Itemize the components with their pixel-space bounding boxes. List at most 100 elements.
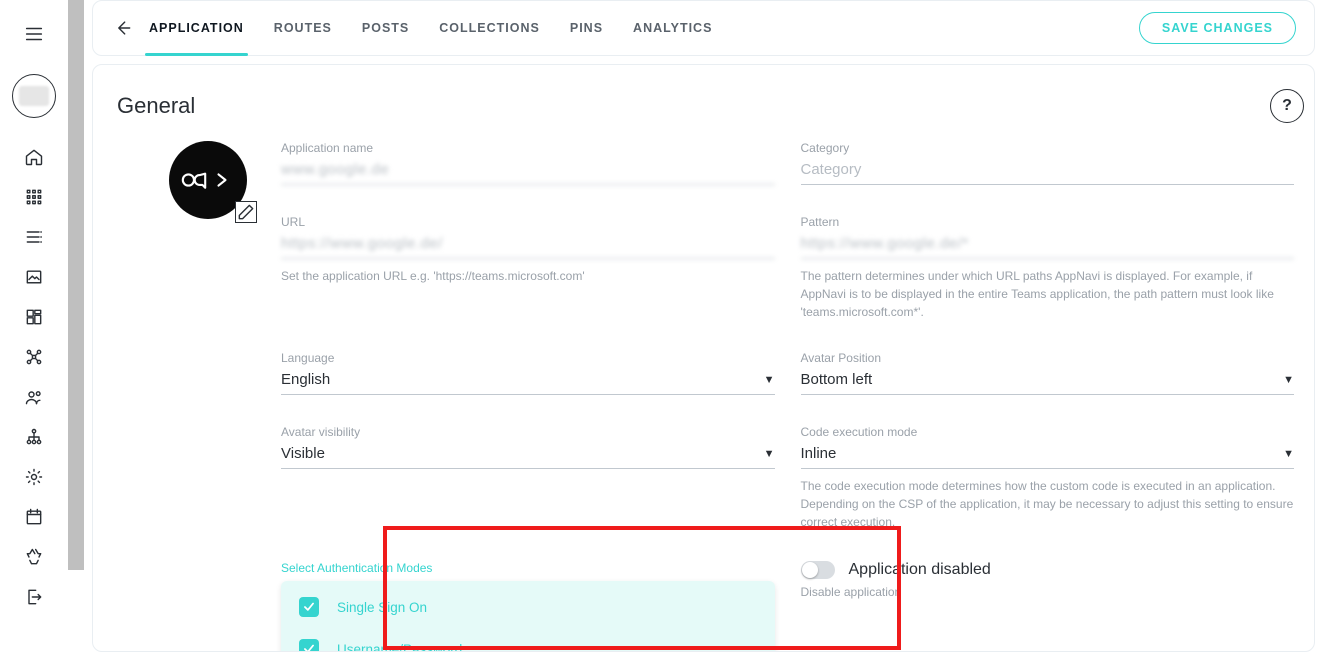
chevron-down-icon: ▼ xyxy=(1283,448,1294,460)
tabs: APPLICATION ROUTES POSTS COLLECTIONS PIN… xyxy=(149,1,712,55)
tab-posts[interactable]: POSTS xyxy=(362,1,409,55)
label-code-exec: Code execution mode xyxy=(801,425,1295,439)
toggle-row: Application disabled xyxy=(801,561,1295,579)
chevron-down-icon: ▼ xyxy=(1283,374,1294,386)
hamburger-icon xyxy=(23,23,45,45)
input-app-name[interactable]: www.google.de xyxy=(281,157,775,185)
gear-icon xyxy=(24,467,44,487)
label-url: URL xyxy=(281,215,775,229)
recycle-icon xyxy=(24,547,44,567)
label-avatar-position: Avatar Position xyxy=(801,351,1295,365)
org-icon xyxy=(24,427,44,447)
label-app-disabled: Application disabled xyxy=(849,561,991,579)
avatar-thumb xyxy=(19,86,49,106)
nav-logout[interactable] xyxy=(23,586,45,608)
tab-application[interactable]: APPLICATION xyxy=(149,1,244,55)
nav-list[interactable] xyxy=(23,226,45,248)
workspace-avatar[interactable] xyxy=(12,74,56,118)
form-area: Application name www.google.de Category … xyxy=(161,141,1304,652)
nav-users[interactable] xyxy=(23,386,45,408)
nav-recycle[interactable] xyxy=(23,546,45,568)
nav-home[interactable] xyxy=(23,146,45,168)
input-url[interactable]: https://www.google.de/ xyxy=(281,231,775,259)
helper-pattern: The pattern determines under which URL p… xyxy=(801,267,1295,321)
value-avatar-position: Bottom left xyxy=(801,371,873,388)
auth-option-userpass[interactable]: Username/Password xyxy=(281,629,775,652)
scrollbar-thumb xyxy=(68,0,84,570)
help-button[interactable]: ? xyxy=(1270,89,1304,123)
nav-calendar[interactable] xyxy=(23,506,45,528)
arrow-left-icon xyxy=(113,18,133,38)
field-auth-modes: Select Authentication Modes Single Sign … xyxy=(281,561,775,652)
input-category[interactable] xyxy=(801,157,1295,185)
content-area: APPLICATION ROUTES POSTS COLLECTIONS PIN… xyxy=(92,0,1321,650)
tabs-bar: APPLICATION ROUTES POSTS COLLECTIONS PIN… xyxy=(92,0,1315,56)
chevron-down-icon: ▼ xyxy=(764,374,775,386)
save-changes-button[interactable]: SAVE CHANGES xyxy=(1139,12,1296,44)
value-code-exec: Inline xyxy=(801,445,837,462)
back-button[interactable] xyxy=(111,16,135,40)
input-pattern[interactable]: https://www.google.de/* xyxy=(801,231,1295,259)
auth-option-sso[interactable]: Single Sign On xyxy=(281,587,775,627)
helper-code-exec: The code execution mode determines how t… xyxy=(801,477,1295,531)
field-category: Category xyxy=(801,141,1295,185)
nav-settings[interactable] xyxy=(23,466,45,488)
auth-modes-dropdown: Single Sign On Username/Password xyxy=(281,581,775,652)
edit-logo-button[interactable] xyxy=(235,201,257,223)
field-code-exec: Code execution mode Inline ▼ The code ex… xyxy=(801,425,1295,531)
main-header: General ? xyxy=(117,89,1304,123)
calendar-icon xyxy=(24,507,44,527)
pencil-icon xyxy=(236,200,256,224)
field-pattern: Pattern https://www.google.de/* The patt… xyxy=(801,215,1295,321)
nav-widgets[interactable] xyxy=(23,306,45,328)
label-language: Language xyxy=(281,351,775,365)
sidebar-scrollbar[interactable] xyxy=(68,0,84,570)
select-avatar-visibility[interactable]: Visible ▼ xyxy=(281,441,775,469)
label-auth-modes: Select Authentication Modes xyxy=(281,561,775,575)
nav-structure[interactable] xyxy=(23,426,45,448)
hamburger-menu-button[interactable] xyxy=(16,16,52,52)
page-title: General xyxy=(117,93,195,119)
select-language[interactable]: English ▼ xyxy=(281,367,775,395)
dashboard-icon xyxy=(24,307,44,327)
field-avatar-visibility: Avatar visibility Visible ▼ xyxy=(281,425,775,531)
app-logo-glyph xyxy=(180,168,236,192)
nav-apps[interactable] xyxy=(23,186,45,208)
sidebar-nav xyxy=(23,146,45,608)
field-language: Language English ▼ xyxy=(281,351,775,395)
value-language: English xyxy=(281,371,330,388)
image-icon xyxy=(24,267,44,287)
select-avatar-position[interactable]: Bottom left ▼ xyxy=(801,367,1295,395)
value-avatar-visibility: Visible xyxy=(281,445,325,462)
field-app-disabled: Application disabled Disable application xyxy=(801,561,1295,652)
main-card: General ? xyxy=(92,64,1315,652)
field-avatar-position: Avatar Position Bottom left ▼ xyxy=(801,351,1295,395)
auth-option-label: Single Sign On xyxy=(337,600,427,615)
checkbox-checked-icon xyxy=(299,639,319,652)
toggle-app-disabled[interactable] xyxy=(801,561,835,579)
field-app-name: Application name www.google.de xyxy=(281,141,775,185)
list-icon xyxy=(24,227,44,247)
tab-collections[interactable]: COLLECTIONS xyxy=(439,1,540,55)
users-icon xyxy=(24,387,44,407)
checkbox-checked-icon xyxy=(299,597,319,617)
auth-option-label: Username/Password xyxy=(337,642,462,652)
select-code-exec[interactable]: Inline ▼ xyxy=(801,441,1295,469)
apps-grid-icon xyxy=(24,187,44,207)
tab-analytics[interactable]: ANALYTICS xyxy=(633,1,712,55)
left-rail xyxy=(0,0,68,650)
label-category: Category xyxy=(801,141,1295,155)
form-grid: Application name www.google.de Category … xyxy=(281,141,1304,652)
tab-routes[interactable]: ROUTES xyxy=(274,1,332,55)
label-avatar-visibility: Avatar visibility xyxy=(281,425,775,439)
label-app-name: Application name xyxy=(281,141,775,155)
nav-media[interactable] xyxy=(23,266,45,288)
helper-app-disabled: Disable application xyxy=(801,585,1295,599)
toggle-knob xyxy=(802,562,818,578)
home-icon xyxy=(24,147,44,167)
helper-url: Set the application URL e.g. 'https://te… xyxy=(281,267,775,285)
nav-network[interactable] xyxy=(23,346,45,368)
logout-icon xyxy=(24,587,44,607)
tab-pins[interactable]: PINS xyxy=(570,1,603,55)
app-logo-column xyxy=(161,141,255,652)
